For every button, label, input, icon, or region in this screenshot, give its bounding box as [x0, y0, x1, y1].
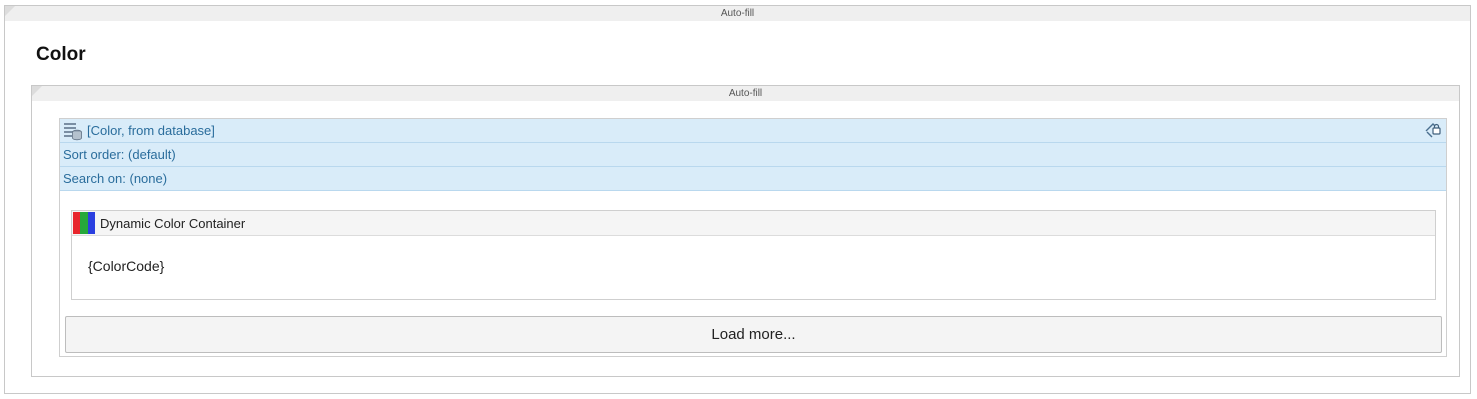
outer-panel-caption: Auto-fill — [5, 6, 1470, 21]
outer-panel-caption-label: Auto-fill — [720, 8, 755, 19]
color-bars-icon — [73, 212, 95, 234]
inner-panel-caption-label: Auto-fill — [728, 88, 763, 99]
container-header: Dynamic Color Container — [72, 211, 1435, 236]
sort-order-label: Sort order: (default) — [63, 147, 176, 162]
sort-order-row[interactable]: Sort order: (default) — [60, 143, 1446, 167]
search-on-row[interactable]: Search on: (none) — [60, 167, 1446, 191]
database-icon — [64, 122, 82, 140]
container-body: {ColorCode} — [72, 236, 1435, 296]
panel-corner-marker — [5, 6, 15, 16]
page-title: Color — [36, 44, 86, 65]
dynamic-color-container[interactable]: Dynamic Color Container {ColorCode} — [71, 210, 1436, 300]
color-bar-red — [73, 212, 81, 234]
color-code-text[interactable]: {ColorCode} — [88, 258, 164, 274]
list-view[interactable]: [Color, from database] Sort order: (defa… — [59, 118, 1447, 357]
search-on-label: Search on: (none) — [63, 171, 168, 186]
access-rules-icon[interactable] — [1424, 121, 1442, 139]
color-bar-blue — [87, 212, 95, 234]
load-more-button[interactable]: Load more... — [65, 316, 1442, 353]
inner-panel-caption: Auto-fill — [32, 86, 1459, 101]
panel-corner-marker — [32, 86, 42, 96]
datasource-row[interactable]: [Color, from database] — [60, 119, 1446, 143]
color-bar-green — [80, 212, 88, 234]
inner-autofill-panel: Auto-fill [Color, from database] Sort or… — [31, 85, 1460, 377]
datasource-label: [Color, from database] — [87, 123, 215, 138]
outer-autofill-panel: Auto-fill Color Auto-fill [Color, from d… — [4, 5, 1471, 394]
container-title: Dynamic Color Container — [100, 215, 246, 231]
